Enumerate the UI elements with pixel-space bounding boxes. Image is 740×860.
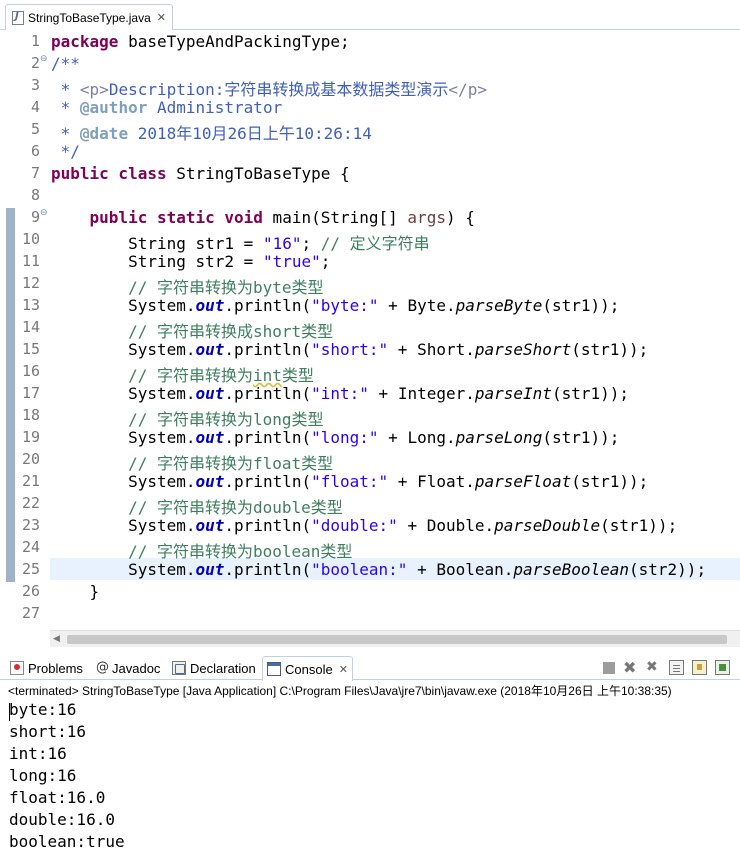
scroll-left-icon[interactable]: ◀ [53, 634, 60, 644]
line-number: 4 [30, 98, 40, 116]
editor-tab-label: StringToBaseType.java [28, 10, 151, 25]
console-launch-description: <terminated> StringToBaseType [Java Appl… [8, 684, 672, 698]
console-icon [267, 662, 281, 676]
line-number: 13 [21, 296, 40, 314]
code-line-18: // 字符串转换为long类型 [51, 410, 324, 429]
code-line-5: * @date 2018年10月26日上午10:26:14 [51, 124, 372, 143]
console-line: short:16 [9, 722, 87, 741]
code-line-26: } [51, 582, 100, 601]
code-editor[interactable]: 1 2 3 4 5 6 7 8 9 10 11 12 13 14 15 16 1… [0, 30, 740, 630]
code-line-21: System.out.println("float:" + Float.pars… [51, 472, 649, 491]
line-number: 11 [21, 252, 40, 270]
declaration-icon [172, 661, 186, 675]
code-line-1: package baseTypeAndPackingType; [51, 32, 350, 51]
code-line-20: // 字符串转换为float类型 [51, 454, 334, 473]
tab-declaration-label: Declaration [190, 660, 256, 676]
code-line-22: // 字符串转换为double类型 [51, 498, 343, 517]
tab-javadoc[interactable]: @ Javadoc [92, 656, 164, 680]
line-number: 15 [21, 340, 40, 358]
console-line: int:16 [9, 744, 67, 763]
line-number: 16 [21, 362, 40, 380]
line-number: 7 [30, 164, 40, 182]
tab-console-label: Console [285, 661, 333, 677]
pin-console-icon[interactable] [715, 660, 730, 675]
code-line-19: System.out.println("long:" + Long.parseL… [51, 428, 620, 447]
line-number: 23 [21, 516, 40, 534]
line-number: 26 [21, 582, 40, 600]
code-line-6: */ [51, 142, 80, 161]
code-line-11: String str2 = "true"; [51, 252, 331, 271]
line-number: 5 [30, 120, 40, 138]
line-number: 6 [30, 142, 40, 160]
scrollbar-thumb[interactable] [67, 635, 727, 644]
problems-icon [10, 661, 24, 675]
code-line-2: /** [51, 54, 80, 73]
console-line: byte:16 [9, 700, 77, 719]
javadoc-icon: @ [96, 660, 109, 675]
editor-tab-stringtobasetype[interactable]: StringToBaseType.java ✕ [5, 4, 173, 30]
fold-toggle-icon[interactable]: ⊖ [40, 54, 49, 76]
code-line-24: // 字符串转换为boolean类型 [51, 542, 353, 561]
line-number: 1 [30, 32, 40, 50]
line-number: 27 [21, 604, 40, 622]
terminate-icon[interactable] [603, 662, 615, 674]
editor-tab-bar: StringToBaseType.java ✕ [0, 0, 740, 30]
code-line-13: System.out.println("byte:" + Byte.parseB… [51, 296, 620, 315]
line-number: 10 [21, 230, 40, 248]
tab-problems-label: Problems [28, 660, 83, 676]
code-line-3: * <p>Description:字符串转换成基本数据类型演示</p> [51, 80, 487, 99]
console-line: double:16.0 [9, 810, 115, 829]
code-line-15: System.out.println("short:" + Short.pars… [51, 340, 649, 359]
editor-horizontal-scrollbar[interactable]: ◀ [50, 630, 740, 647]
line-number: 21 [21, 472, 40, 490]
line-number: 20 [21, 450, 40, 468]
line-number: 17 [21, 384, 40, 402]
line-number: 9 [30, 208, 40, 226]
console-line: float:16.0 [9, 788, 106, 807]
remove-all-icon[interactable]: ✖ [646, 660, 661, 675]
code-line-17: System.out.println("int:" + Integer.pars… [51, 384, 630, 403]
line-number: 19 [21, 428, 40, 446]
tab-javadoc-label: Javadoc [112, 660, 161, 676]
code-line-7: public class StringToBaseType { [51, 164, 350, 183]
line-number: 3 [30, 76, 40, 94]
code-line-25: System.out.println("boolean:" + Boolean.… [51, 560, 707, 579]
console-line: boolean:true [9, 832, 125, 851]
code-line-12: // 字符串转换为byte类型 [51, 278, 324, 297]
console-toolbar: ✖ ✖ [603, 660, 738, 676]
close-console-icon[interactable]: ✕ [339, 663, 348, 676]
line-number: 25 [21, 560, 40, 578]
line-number: 24 [21, 538, 40, 556]
code-line-14: // 字符串转换成short类型 [51, 322, 334, 341]
tab-declaration[interactable]: Declaration [168, 656, 260, 680]
java-file-icon [12, 10, 24, 25]
code-line-10: String str1 = "16"; // 定义字符串 [51, 234, 430, 253]
clear-console-icon[interactable] [669, 660, 684, 675]
code-line-9: public static void main(String[] args) { [89, 208, 475, 227]
tab-console[interactable]: Console ✕ [262, 656, 353, 681]
line-number: 14 [21, 318, 40, 336]
line-number: 2 [30, 54, 40, 72]
line-number: 18 [21, 406, 40, 424]
code-line-23: System.out.println("double:" + Double.pa… [51, 516, 678, 535]
remove-launch-icon[interactable]: ✖ [623, 660, 638, 676]
console-output[interactable]: byte:16 short:16 int:16 long:16 float:16… [9, 700, 734, 854]
close-tab-icon[interactable]: ✕ [157, 11, 166, 24]
code-line-4: * @author Administrator [51, 98, 283, 117]
fold-toggle-icon[interactable]: ⊖ [40, 208, 49, 230]
scroll-lock-icon[interactable] [692, 660, 707, 675]
console-line: long:16 [9, 766, 77, 785]
line-number: 12 [21, 274, 40, 292]
code-line-16: // 字符串转换为int类型 [51, 366, 314, 385]
line-number: 22 [21, 494, 40, 512]
tab-problems[interactable]: Problems [6, 656, 87, 680]
line-number: 8 [30, 186, 40, 204]
